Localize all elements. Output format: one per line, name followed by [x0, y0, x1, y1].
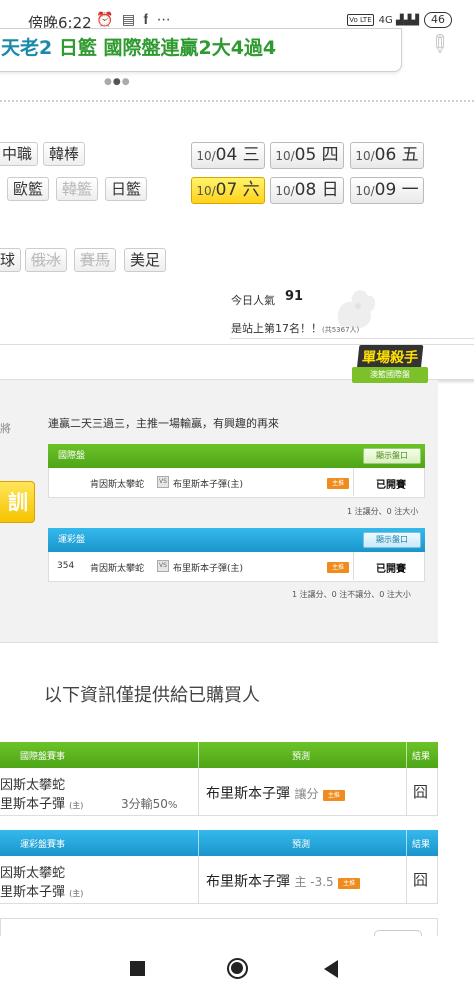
sports-result-header: 運彩盤賽事 預測 結果 [0, 830, 438, 856]
main-pick-tag: 主推 [327, 478, 349, 489]
date-button[interactable]: 10/09 一 [350, 177, 424, 204]
away-team: 布里斯本子彈(主) [173, 480, 244, 490]
category-tag[interactable]: 俄冰 [25, 248, 68, 272]
team-away: 因斯太攀蛇 [0, 866, 66, 881]
divider [353, 552, 354, 580]
home-team: 肯因斯太攀蛇 [90, 564, 145, 574]
volte-icon: Vo LTE [347, 14, 374, 26]
popularity-label: 今日人氣 [231, 294, 275, 307]
battery-icon: 46 [424, 12, 452, 28]
away-team: 布里斯本子彈(主) [173, 564, 244, 574]
team-home: 里斯本子彈 (主) [0, 885, 84, 900]
intl-summary: 1 注讓分、0 注大小 [347, 507, 419, 516]
category-tag[interactable]: 韓棒 [43, 142, 86, 166]
date-button-active[interactable]: 10/07 六 [191, 177, 265, 204]
date-button[interactable]: 10/06 五 [350, 142, 424, 169]
back-icon[interactable] [324, 960, 338, 978]
category-tag[interactable]: 賽馬 [74, 248, 117, 272]
section-title: 以下資訊僅提供給已購買人 [44, 685, 260, 706]
signal-icon: 4G ▟▟▟ [378, 14, 419, 26]
home-team: 肯因斯太攀蛇 [90, 480, 145, 490]
truncated-text: 將 [0, 422, 11, 435]
result-icon: 囧 [413, 871, 429, 889]
prediction: 布里斯本子彈 主 -3.5 主推 [206, 871, 361, 891]
vs-icon: VS [157, 560, 169, 572]
final-score: 3分輸50% [121, 797, 178, 811]
intl-panel-header: 國際盤 顯示盤口 [48, 444, 425, 468]
divider [230, 338, 474, 339]
intl-result-header: 國際盤賽事 預測 結果 [0, 742, 438, 768]
date-button[interactable]: 10/05 四 [270, 142, 344, 169]
carousel-dots: ●●● [104, 77, 131, 87]
banner-text: 天老2 日籃 國際盤連贏2大4過4 [1, 37, 277, 59]
category-tag[interactable]: 中職 [0, 142, 39, 166]
team-home: 里斯本子彈 (主) [0, 797, 84, 812]
vs-icon: VS [157, 476, 169, 488]
divider [0, 100, 474, 108]
notification-icons: ⏰ ▤ 𝐟 ⋯ [96, 12, 173, 28]
show-odds-button[interactable]: 顯示盤口 [363, 448, 421, 464]
status-right: Vo LTE 4G ▟▟▟ 46 [347, 12, 452, 28]
match-status: 已開賽 [376, 480, 406, 491]
divider [353, 468, 354, 496]
show-odds-button[interactable]: 顯示盤口 [363, 532, 421, 548]
team-away: 因斯太攀蛇 [0, 778, 66, 793]
category-tag[interactable]: 韓籃 [56, 177, 99, 201]
match-status: 已開賽 [376, 564, 406, 575]
category-tag[interactable]: 日籃 [105, 177, 148, 201]
analyst-note: 連贏二天三過三，主推一場輸贏，有興趣的再來 [48, 417, 279, 430]
category-tag[interactable]: 歐籃 [7, 177, 50, 201]
result-icon: 囧 [413, 783, 429, 801]
navigation-bar [0, 936, 474, 1000]
date-button[interactable]: 10/04 三 [191, 142, 265, 169]
category-tag[interactable]: 球 [0, 248, 22, 272]
main-pick-tag: 主推 [327, 562, 349, 573]
date-button[interactable]: 10/08 日 [270, 177, 344, 204]
rank-text: 是站上第17名！！(共5367人) [231, 322, 360, 335]
sports-panel-header: 運彩盤 顯示盤口 [48, 528, 425, 552]
single-game-killer-badge: 單場殺手 澳籃國際盤 [352, 345, 428, 387]
sports-summary: 1 注讓分、0 注不讓分、0 注大小 [292, 590, 411, 599]
category-tag[interactable]: 美足 [124, 248, 167, 272]
match-number: 354 [57, 561, 75, 571]
intl-match-row: 肯因斯太攀蛇 VS 布里斯本子彈(主) 主推 已開賽 [48, 468, 425, 498]
popularity-value: 91 [285, 289, 304, 304]
bottom-panel [0, 918, 438, 938]
recent-apps-icon[interactable] [130, 961, 145, 976]
sports-result-row: 因斯太攀蛇 里斯本子彈 (主) 布里斯本子彈 主 -3.5 主推 囧 [0, 856, 438, 904]
buy-button[interactable]: 訓 [0, 481, 35, 523]
sports-match-row: 354 肯因斯太攀蛇 VS 布里斯本子彈(主) 主推 已開賽 [48, 552, 425, 582]
home-icon[interactable] [227, 958, 248, 979]
headline-banner[interactable]: 天老2 日籃 國際盤連贏2大4過4 [0, 28, 402, 72]
intl-result-row: 因斯太攀蛇 里斯本子彈 (主) 3分輸50% 布里斯本子彈 讓分 主推 囧 [0, 768, 438, 816]
prediction: 布里斯本子彈 讓分 主推 [206, 783, 345, 803]
